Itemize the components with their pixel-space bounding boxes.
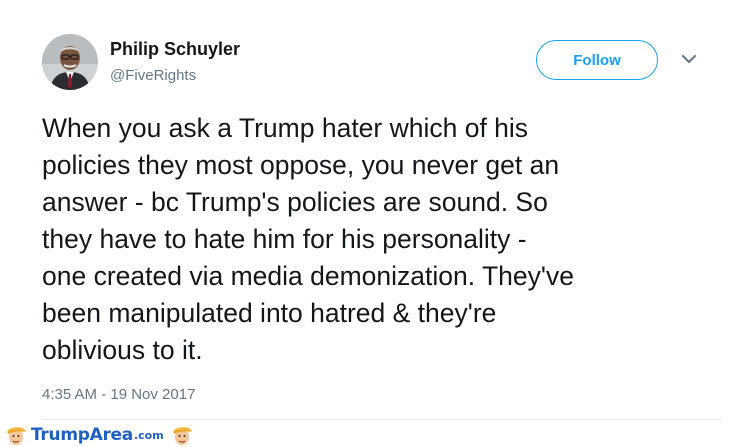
user-handle[interactable]: @FiveRights: [110, 67, 196, 84]
follow-button[interactable]: Follow: [536, 40, 658, 80]
chevron-down-icon[interactable]: [680, 52, 698, 66]
tweet-text-line: oblivious to it.: [42, 335, 203, 365]
tweet-text-line: one created via media demonization. They…: [42, 261, 574, 291]
tweet-text-line: When you ask a Trump hater which of his: [42, 113, 529, 143]
watermark-domain: .com: [133, 428, 164, 442]
watermark: TrumpArea .com: [4, 423, 194, 447]
user-avatar-icon: [42, 34, 98, 90]
watermark-brand: TrumpArea: [31, 425, 133, 445]
tweet-text-line: they have to hate him for his personalit…: [42, 224, 527, 254]
tweet-card: Philip Schuyler @FiveRights Follow When …: [0, 0, 740, 447]
tweet-text-line: policies they most oppose, you never get…: [42, 150, 560, 180]
tweet-text-line: answer - bc Trump's policies are sound. …: [42, 187, 548, 217]
trump-face-icon: [7, 427, 26, 445]
tweet-text: When you ask a Trump hater which of his …: [42, 110, 722, 369]
tweet-text-line: been manipulated into hatred & they're: [42, 298, 497, 328]
user-display-name[interactable]: Philip Schuyler: [110, 39, 240, 60]
avatar[interactable]: [42, 34, 98, 90]
divider: [42, 419, 722, 420]
trump-face-icon: [172, 427, 192, 445]
tweet-timestamp[interactable]: 4:35 AM - 19 Nov 2017: [42, 386, 195, 403]
